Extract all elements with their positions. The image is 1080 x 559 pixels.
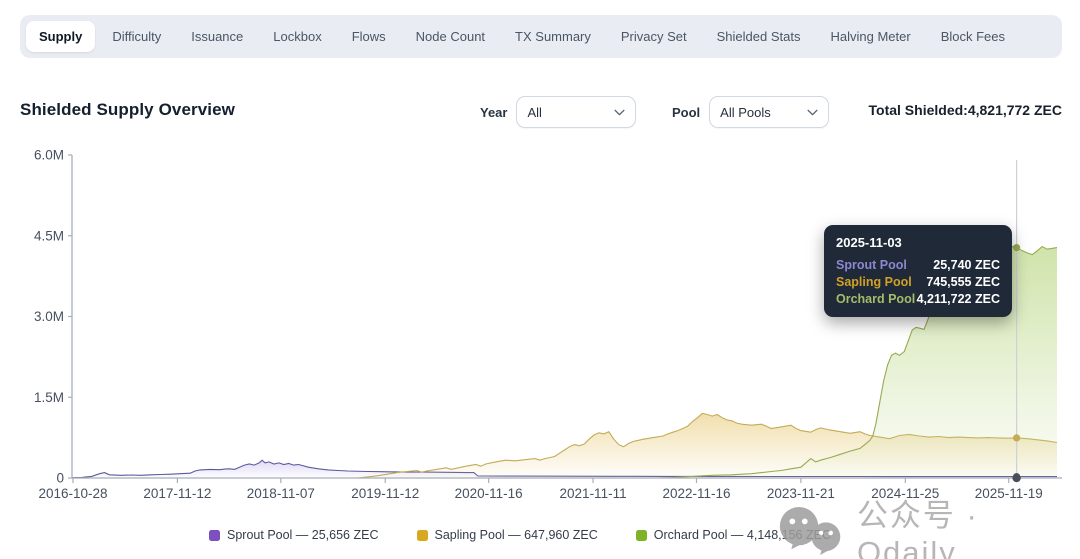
legend-swatch [416,529,428,541]
orchard-pool-marker [1013,243,1021,252]
shielded-supply-page: Supply Difficulty Issuance Lockbox Flows Node… [0,0,1080,559]
legend-swatch [209,529,221,541]
x-tick-label: 2024-11-25 [871,486,939,501]
y-tick-label: 0 [56,471,64,486]
x-tick-label: 2023-11-21 [767,486,835,501]
tooltip-series-value: 25,740 ZEC [933,258,1000,272]
crosshair-axis-dot [1012,473,1021,483]
tooltip-row: Orchard Pool 4,211,722 ZEC [836,291,1000,308]
x-tick-label: 2022-11-16 [662,486,730,501]
legend-item[interactable]: Sapling Pool — 647,960 ZEC [416,528,598,542]
x-tick-label: 2021-11-11 [560,486,627,501]
chart-tooltip: 2025-11-03 Sprout Pool 25,740 ZEC Sapling … [824,225,1012,317]
tooltip-row: Sapling Pool 745,555 ZEC [836,274,1000,291]
tooltip-row: Sprout Pool 25,740 ZEC [836,257,1000,274]
y-tick-label: 4.5M [34,228,64,243]
chart-legend: Sprout Pool — 25,656 ZEC Sapling Pool — 6… [0,528,1040,542]
legend-item[interactable]: Sprout Pool — 25,656 ZEC [209,528,379,542]
legend-swatch [635,529,647,541]
sapling-pool-marker [1013,434,1021,442]
legend-label: Orchard Pool — 4,148,156 ZEC [653,528,831,542]
x-tick-label: 2016-10-28 [38,486,107,501]
tooltip-series-label: Orchard Pool [836,292,916,306]
x-tick-label: 2018-11-07 [247,486,315,501]
tooltip-series-value: 4,211,722 ZEC [916,292,1000,306]
tooltip-series-label: Sapling Pool [836,275,912,289]
x-tick-label: 2019-11-12 [351,486,419,501]
legend-label: Sapling Pool — 647,960 ZEC [434,528,598,542]
x-tick-label: 2020-11-16 [455,486,523,501]
tooltip-series-value: 745,555 ZEC [926,275,1000,289]
tooltip-date: 2025-11-03 [836,235,902,250]
legend-item[interactable]: Orchard Pool — 4,148,156 ZEC [635,528,831,542]
y-tick-label: 3.0M [34,309,64,324]
x-tick-label: 2025-11-19 [975,486,1043,501]
y-tick-label: 6.0M [34,148,64,163]
x-tick-label: 2017-11-12 [143,486,211,501]
tooltip-series-label: Sprout Pool [836,258,907,272]
y-tick-label: 1.5M [34,390,64,405]
legend-label: Sprout Pool — 25,656 ZEC [227,528,379,542]
